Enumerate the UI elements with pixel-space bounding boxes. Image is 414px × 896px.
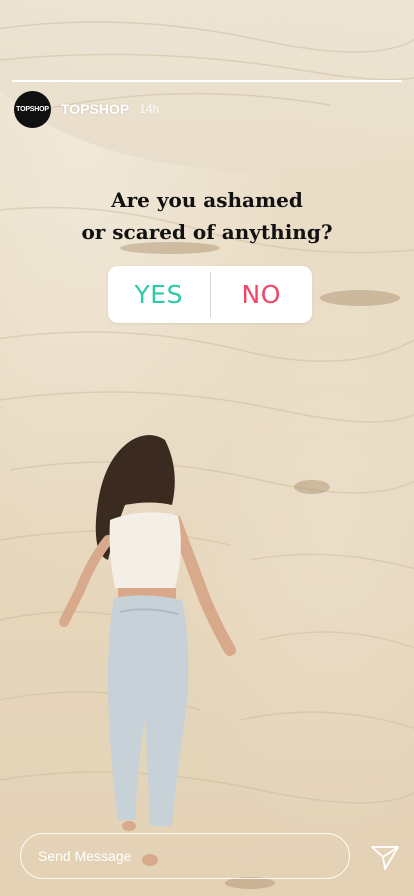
story-progress-bar bbox=[12, 80, 402, 82]
message-placeholder: Send Message bbox=[38, 848, 132, 864]
top bbox=[109, 512, 181, 592]
account-username[interactable]: TOPSHOP bbox=[61, 101, 129, 117]
question-line-1: Are you ashamed bbox=[111, 188, 303, 212]
question-sticker: Are you ashamed or scared of anything? bbox=[0, 184, 414, 248]
story-header: TOPSHOP TOPSHOP 14h bbox=[14, 90, 159, 128]
poll-sticker: YES NO bbox=[108, 266, 312, 323]
poll-option-no[interactable]: NO bbox=[211, 280, 313, 309]
left-arm bbox=[59, 535, 113, 627]
story-progress-fill bbox=[12, 80, 402, 82]
jeans bbox=[108, 595, 189, 826]
question-line-2: or scared of anything? bbox=[81, 220, 333, 244]
story-timestamp: 14h bbox=[139, 102, 160, 116]
send-message-input[interactable]: Send Message bbox=[20, 833, 350, 879]
avatar[interactable]: TOPSHOP bbox=[14, 90, 51, 128]
paper-plane-icon[interactable] bbox=[370, 843, 400, 871]
poll-option-yes[interactable]: YES bbox=[108, 280, 210, 309]
left-foot bbox=[122, 821, 136, 831]
woman-walking-photo bbox=[59, 435, 236, 866]
